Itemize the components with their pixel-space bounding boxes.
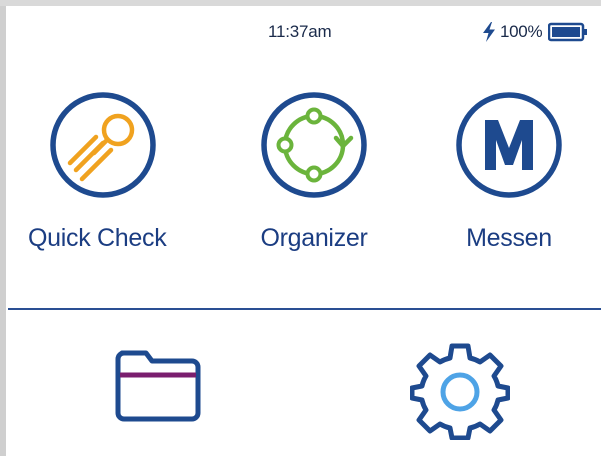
status-bar: 11:37am 100% [0, 10, 601, 50]
battery-status: 100% [480, 20, 588, 44]
app-quick-check[interactable]: Quick Check [28, 90, 178, 253]
app-label-organizer: Organizer [260, 224, 368, 252]
status-time: 11:37am [268, 22, 332, 41]
screen-left-edge [0, 0, 6, 456]
quick-check-rocket-icon [50, 92, 156, 198]
app-organizer[interactable]: Organizer [239, 90, 389, 253]
app-label-messen: Messen [466, 224, 552, 252]
messen-m-icon [456, 92, 562, 198]
files-button[interactable] [114, 345, 202, 428]
folder-icon [115, 350, 201, 422]
organizer-cycle-icon [261, 92, 367, 198]
app-messen[interactable]: Messen [434, 90, 584, 253]
home-screen: 11:37am 100% Quick Check Organizer Messe… [0, 0, 601, 456]
battery-full-icon [548, 22, 588, 42]
gear-icon [409, 343, 511, 441]
screen-top-edge [0, 0, 601, 6]
battery-percent: 100% [500, 22, 543, 41]
app-label-quick-check: Quick Check [28, 224, 167, 252]
settings-button[interactable] [409, 340, 511, 445]
section-divider [8, 308, 601, 310]
lightning-bolt-icon [480, 21, 498, 43]
